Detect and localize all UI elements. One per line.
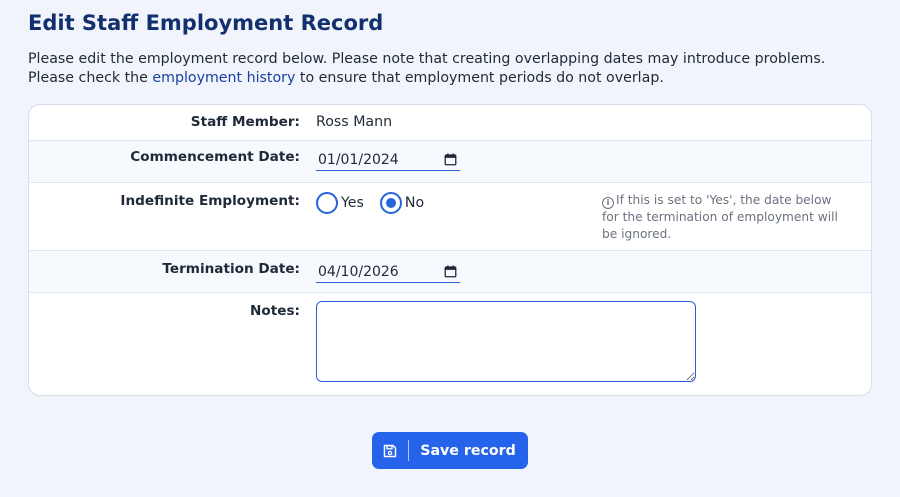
page-title: Edit Staff Employment Record [28,11,384,35]
form-actions: Save record [28,432,872,469]
staff-member-row: Staff Member: Ross Mann [29,105,871,141]
notes-row: Notes: [29,293,871,395]
indefinite-employment-row: Indefinite Employment: Yes No i If this i… [29,183,871,251]
save-record-label: Save record [420,442,516,459]
indefinite-no-option[interactable]: No [379,192,425,214]
indefinite-no-label: No [404,195,425,211]
calendar-icon[interactable] [444,265,457,278]
indefinite-employment-hint: i If this is set to 'Yes', the date below… [602,192,852,243]
indefinite-yes-label: Yes [341,195,364,211]
page: Edit Staff Employment Record Please edit… [0,0,900,469]
floppy-disk-icon [383,444,397,457]
notes-textarea[interactable] [316,301,696,382]
intro-text-end: to ensure that employment periods do not… [295,70,664,86]
commencement-date-value: 01/01/2024 [318,151,399,168]
staff-member-label: Staff Member: [190,114,300,130]
termination-date-row: Termination Date: 04/10/2026 [29,251,871,293]
commencement-date-input[interactable]: 01/01/2024 [316,149,460,171]
notes-label: Notes: [250,303,300,319]
indefinite-yes-option[interactable]: Yes [316,192,364,214]
commencement-date-row: Commencement Date: 01/01/2024 [29,141,871,183]
employment-form: Staff Member: Ross Mann Commencement Dat… [28,104,872,396]
calendar-icon[interactable] [444,153,457,166]
button-divider [408,440,410,461]
indefinite-yes-radio[interactable] [316,192,338,214]
termination-date-value: 04/10/2026 [318,263,399,280]
employment-history-link[interactable]: employment history [152,70,295,86]
info-icon: i [602,197,614,209]
save-record-button[interactable]: Save record [372,432,528,469]
indefinite-hint-text: If this is set to 'Yes', the date below … [602,193,838,241]
staff-member-value: Ross Mann [316,114,393,130]
intro-text: Please edit the employment record below.… [28,50,872,88]
termination-date-input[interactable]: 04/10/2026 [316,261,460,283]
indefinite-no-radio[interactable] [379,192,402,214]
termination-date-label: Termination Date: [162,261,300,277]
commencement-date-label: Commencement Date: [130,149,300,165]
indefinite-employment-label: Indefinite Employment: [120,193,300,209]
